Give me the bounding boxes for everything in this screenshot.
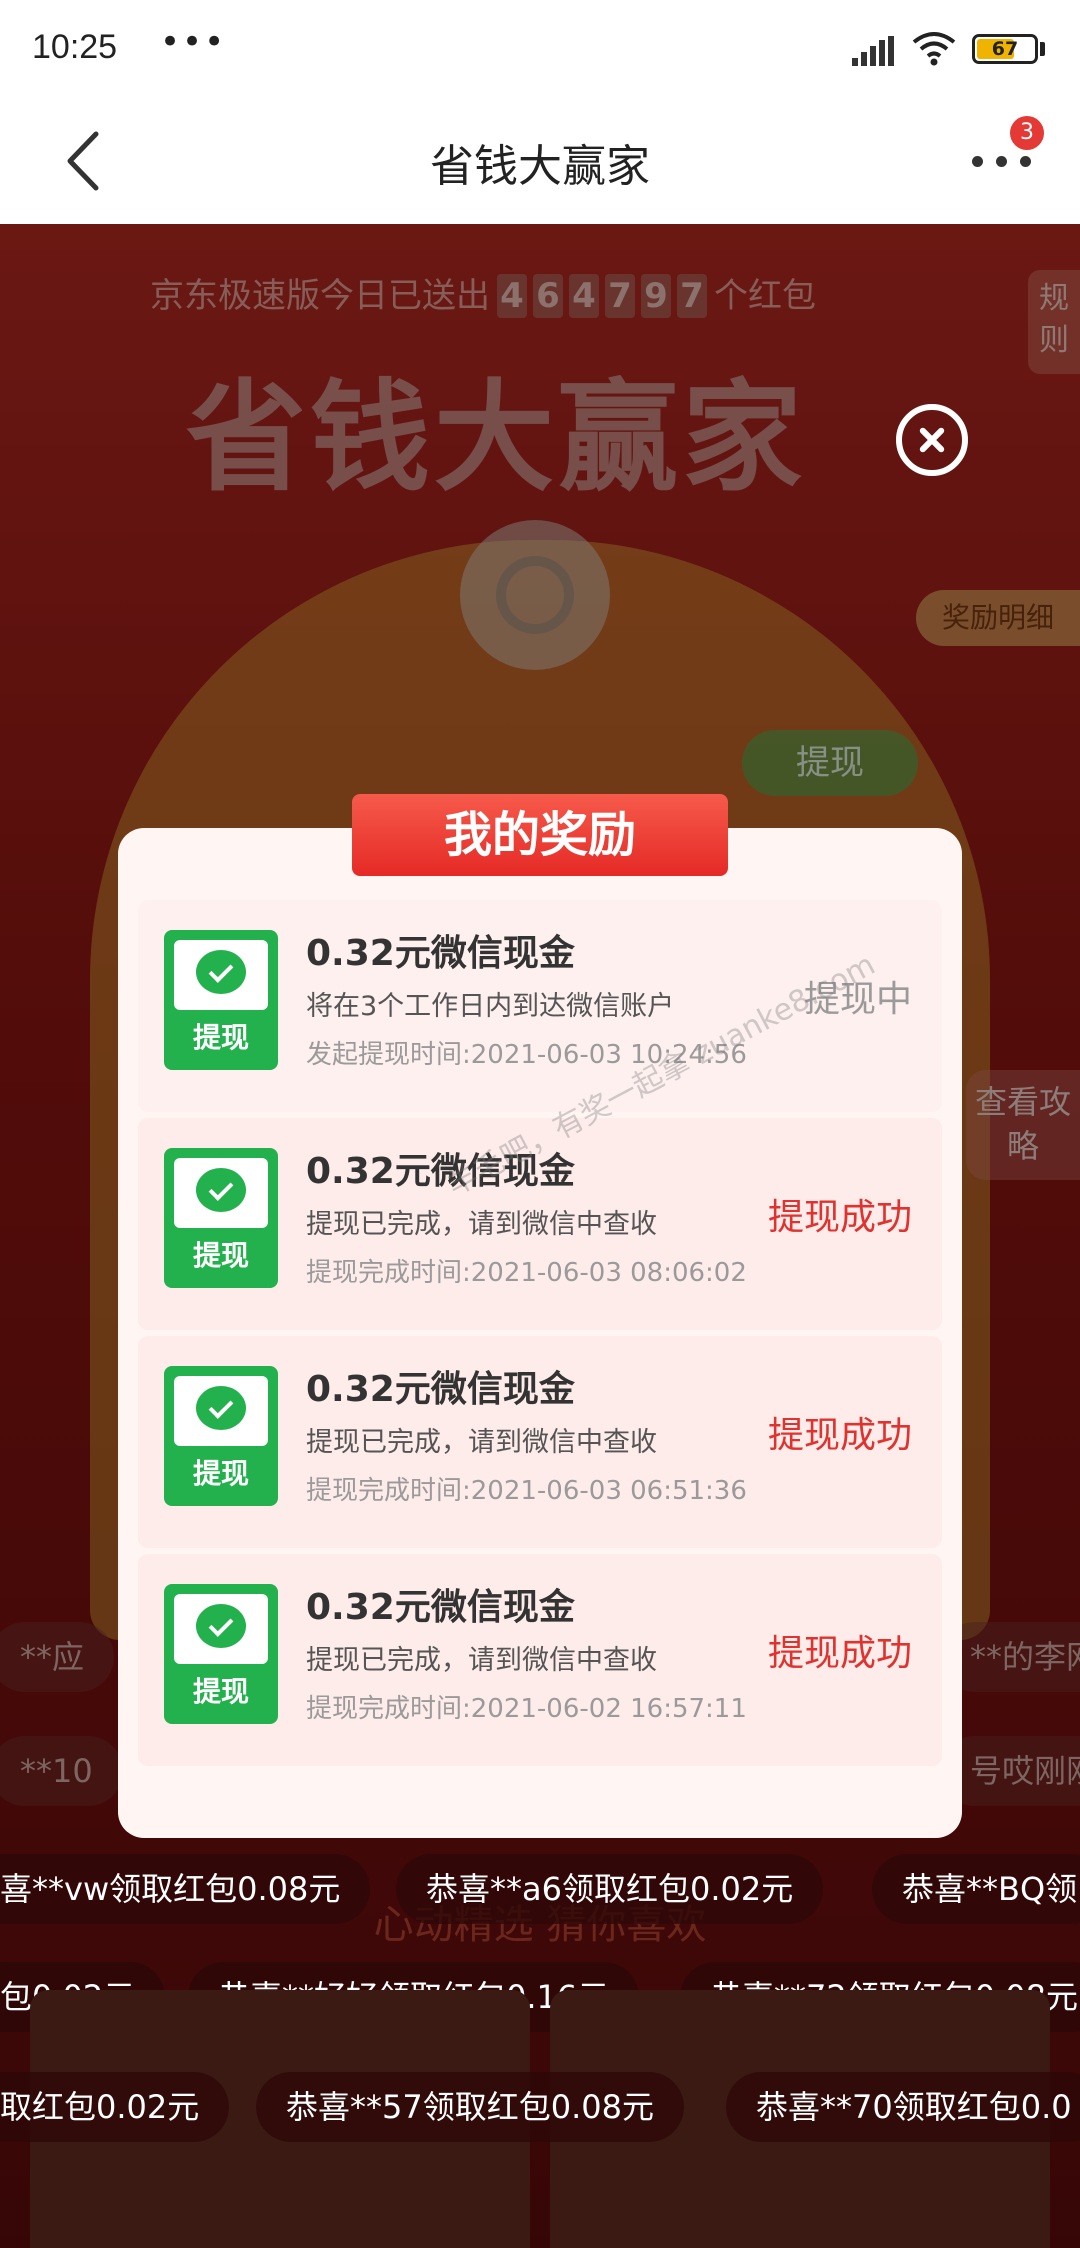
close-icon[interactable] — [896, 404, 968, 476]
reward-item: 提现 0.32元微信现金 提现已完成，请到微信中查收 提现完成时间:2021-0… — [138, 1554, 942, 1766]
ticker-message: 喜**vw领取红包0.08元 — [0, 1854, 371, 1924]
status-bar: 10:25 ••• 67 — [0, 0, 1080, 100]
reward-description: 提现已完成，请到微信中查收 — [306, 1427, 657, 1458]
signal-icon — [852, 36, 896, 66]
ticker-message: 取红包0.02元 — [0, 2072, 230, 2142]
icon-label: 提现 — [192, 1457, 249, 1490]
wifi-icon — [912, 32, 956, 66]
icon-label: 提现 — [192, 1675, 249, 1708]
reward-description: 提现已完成，请到微信中查收 — [306, 1209, 657, 1240]
wechat-withdraw-icon: 提现 — [164, 1366, 278, 1506]
ticker-message: 恭喜**BQ领 — [872, 1854, 1080, 1924]
battery-level: 67 — [991, 38, 1019, 60]
icon-label: 提现 — [192, 1021, 249, 1054]
reward-amount: 0.32元微信现金 — [306, 1587, 575, 1628]
ticker-message: 恭喜**57领取红包0.08元 — [256, 2072, 684, 2142]
page-title: 省钱大赢家 — [430, 141, 650, 192]
modal-title: 我的奖励 — [443, 807, 636, 863]
reward-amount: 0.32元微信现金 — [306, 1369, 575, 1410]
battery-icon: 67 — [972, 34, 1038, 64]
reward-amount: 0.32元微信现金 — [306, 933, 575, 974]
wechat-icon — [196, 1604, 246, 1648]
ticker-message: 恭喜**a6领取红包0.02元 — [396, 1854, 824, 1924]
wechat-icon — [196, 1168, 246, 1212]
status-time: 10:25 — [32, 28, 118, 66]
reward-status: 提现成功 — [767, 1415, 912, 1456]
reward-time: 提现完成时间:2021-06-03 08:06:02 — [306, 1258, 747, 1288]
reward-time: 提现完成时间:2021-06-03 06:51:36 — [306, 1476, 747, 1506]
status-more-icon: ••• — [160, 22, 227, 62]
ticker-row: 喜**vw领取红包0.08元 恭喜**a6领取红包0.02元 恭喜**BQ领 — [0, 1854, 1080, 1924]
wechat-icon — [196, 1386, 246, 1430]
wechat-icon — [196, 950, 246, 994]
reward-time: 提现完成时间:2021-06-02 16:57:11 — [306, 1694, 747, 1724]
wechat-withdraw-icon: 提现 — [164, 930, 278, 1070]
ticker-row: 取红包0.02元 恭喜**57领取红包0.08元 恭喜**70领取红包0.0 — [0, 2072, 1080, 2142]
icon-label: 提现 — [192, 1239, 249, 1272]
ticker-message: 恭喜**70领取红包0.0 — [726, 2072, 1080, 2142]
wechat-withdraw-icon: 提现 — [164, 1148, 278, 1288]
reward-description: 将在3个工作日内到达微信账户 — [306, 991, 675, 1022]
reward-description: 提现已完成，请到微信中查收 — [306, 1645, 657, 1676]
wechat-withdraw-icon: 提现 — [164, 1584, 278, 1724]
notification-badge: 3 — [1010, 116, 1044, 150]
reward-status: 提现成功 — [767, 1633, 912, 1674]
reward-status: 提现成功 — [767, 1197, 912, 1238]
nav-bar: 省钱大赢家 — [0, 100, 1080, 224]
reward-item: 提现 0.32元微信现金 提现已完成，请到微信中查收 提现完成时间:2021-0… — [138, 1336, 942, 1548]
